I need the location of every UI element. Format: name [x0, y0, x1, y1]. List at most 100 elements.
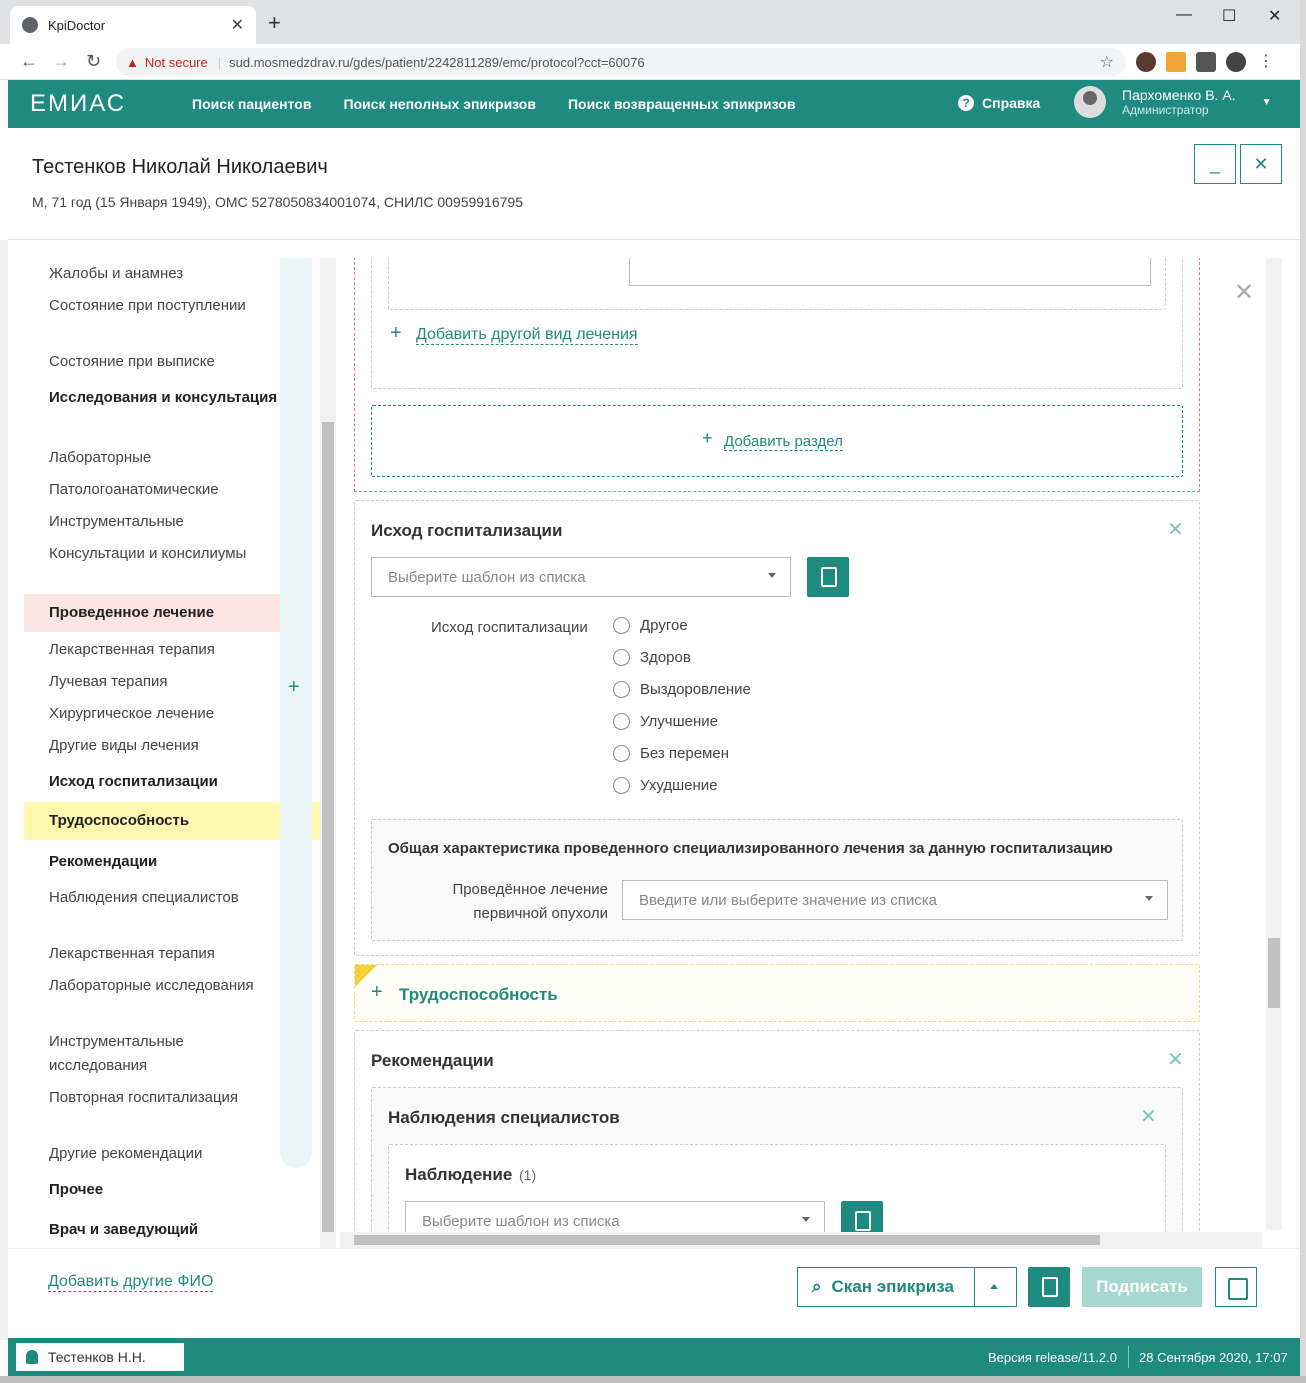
- maximize-window-icon[interactable]: ☐: [1222, 6, 1236, 26]
- sidebar-item[interactable]: Хирургическое лечение: [24, 702, 280, 726]
- menu-dots-icon[interactable]: ⋮: [1256, 52, 1276, 72]
- add-icon[interactable]: +: [288, 676, 300, 699]
- radio-recovery[interactable]: Выздоровление: [613, 681, 751, 698]
- close-icon[interactable]: ✕: [1140, 1104, 1157, 1129]
- work-ability-section[interactable]: + Трудоспособность: [354, 964, 1200, 1022]
- sidebar-group[interactable]: Исход госпитализации: [24, 770, 280, 794]
- close-button[interactable]: ✕: [1240, 144, 1282, 184]
- tumor-treatment-select[interactable]: Введите или выберите значение из списка: [622, 880, 1168, 920]
- extension-icon[interactable]: [1166, 52, 1186, 72]
- save-icon[interactable]: [1215, 1267, 1257, 1307]
- recommendations-title: Рекомендации: [371, 1051, 494, 1070]
- sidebar-item[interactable]: Лекарственная терапия: [24, 638, 280, 662]
- sidebar-item[interactable]: Повторная госпитализация: [24, 1086, 280, 1110]
- nav-incomplete[interactable]: Поиск неполных эпикризов: [343, 96, 536, 112]
- person-icon: [26, 1350, 38, 1364]
- add-fio-link[interactable]: Добавить другие ФИО: [48, 1273, 214, 1292]
- close-tab-icon[interactable]: ✕: [231, 15, 244, 35]
- sign-button[interactable]: Подписать: [1082, 1267, 1202, 1307]
- template-select[interactable]: Выберите шаблон из списка: [371, 557, 791, 597]
- scan-button[interactable]: ⌕ Скан эпикриза: [797, 1267, 1017, 1307]
- sidebar-group[interactable]: Врач и заведующий: [24, 1218, 280, 1242]
- sidebar-item[interactable]: Лабораторные исследования: [24, 974, 280, 998]
- close-panel-icon[interactable]: ✕: [1234, 278, 1254, 307]
- extension-icon[interactable]: [1136, 52, 1156, 72]
- radio-improvement[interactable]: Улучшение: [613, 713, 718, 730]
- reload-icon[interactable]: ↻: [86, 51, 101, 72]
- avatar: [1074, 86, 1106, 118]
- download-template-button[interactable]: [807, 557, 849, 597]
- user-menu[interactable]: Пархоменко В. А. Администратор ▼: [1074, 86, 1271, 118]
- radio-circle[interactable]: [613, 681, 630, 698]
- nav-returned[interactable]: Поиск возвращенных эпикризов: [568, 96, 795, 112]
- specialists-box: Наблюдения специалистов ✕ Наблюдение (1)…: [371, 1087, 1183, 1238]
- sidebar-item[interactable]: Состояние при поступлении: [24, 294, 280, 318]
- radio-circle[interactable]: [613, 617, 630, 634]
- browser-tab[interactable]: KpiDoctor ✕: [10, 6, 256, 44]
- url-separator: |: [217, 54, 222, 70]
- horizontal-scroll-thumb[interactable]: [354, 1235, 1100, 1245]
- current-patient-chip[interactable]: Тестенков Н.Н.: [16, 1343, 184, 1371]
- chevron-down-icon: [768, 573, 776, 578]
- sidebar-item[interactable]: Состояние при выписке: [24, 350, 280, 374]
- highlight-marker: [312, 802, 320, 840]
- puzzle-icon[interactable]: [1196, 52, 1216, 72]
- sidebar-item[interactable]: Наблюдения специалистов: [24, 886, 280, 910]
- radio-no-change[interactable]: Без перемен: [613, 745, 729, 762]
- main-scroll-thumb[interactable]: [1268, 938, 1280, 1008]
- back-icon[interactable]: ←: [20, 51, 38, 72]
- minimize-button[interactable]: _: [1194, 144, 1236, 184]
- sidebar-item[interactable]: Другие рекомендации: [24, 1142, 280, 1166]
- bookmark-star-icon[interactable]: ☆: [1100, 52, 1114, 72]
- sidebar-scrollbar[interactable]: [320, 258, 336, 1248]
- help-link[interactable]: ? Справка: [958, 95, 1040, 111]
- sidebar-group-active[interactable]: Проведенное лечение: [24, 594, 280, 632]
- sidebar-scroll-thumb[interactable]: [322, 422, 334, 1232]
- sidebar-item[interactable]: Патологоанатомические: [24, 478, 280, 502]
- radio-circle[interactable]: [613, 777, 630, 794]
- outcome-section: Исход госпитализации ✕ Выберите шаблон и…: [354, 500, 1200, 956]
- radio-healthy[interactable]: Здоров: [613, 649, 691, 666]
- horizontal-scrollbar[interactable]: [340, 1232, 1262, 1248]
- button-divider: [974, 1268, 975, 1306]
- close-icon[interactable]: ✕: [1167, 517, 1184, 542]
- add-other-treatment-link[interactable]: Добавить другой вид лечения: [416, 326, 638, 345]
- emias-logo[interactable]: ЕМИАС: [8, 90, 148, 118]
- main-scrollbar[interactable]: [1266, 258, 1282, 1230]
- new-tab-icon[interactable]: +: [268, 10, 281, 36]
- sidebar-item[interactable]: Лучевая терапия: [24, 670, 280, 694]
- sidebar-group[interactable]: Исследования и консультация: [24, 386, 280, 410]
- outcome-field-label: Исход госпитализации: [431, 619, 588, 636]
- forward-icon[interactable]: →: [52, 51, 70, 72]
- radio-other[interactable]: Другое: [613, 617, 688, 634]
- download-button[interactable]: [1028, 1267, 1070, 1307]
- sidebar-group[interactable]: Прочее: [24, 1178, 280, 1202]
- sidebar-group[interactable]: Рекомендации: [24, 850, 280, 874]
- sidebar-item[interactable]: Инструментальные: [24, 510, 280, 534]
- text-area[interactable]: [629, 258, 1151, 286]
- work-ability-link[interactable]: Трудоспособность: [399, 985, 558, 1005]
- question-icon: ?: [958, 95, 974, 111]
- sidebar-item[interactable]: Жалобы и анамнез: [24, 262, 280, 286]
- url-field[interactable]: ▲ Not secure | sud.mosmedzdrav.ru/gdes/p…: [116, 48, 1126, 76]
- add-section-link[interactable]: Добавить раздел: [724, 433, 843, 451]
- sidebar-item[interactable]: Инструментальные исследования: [24, 1030, 280, 1078]
- sidebar-item[interactable]: Консультации и консилиумы: [24, 542, 280, 566]
- radio-worsening[interactable]: Ухудшение: [613, 777, 718, 794]
- profile-icon[interactable]: [1226, 52, 1246, 72]
- radio-circle[interactable]: [613, 713, 630, 730]
- radio-circle[interactable]: [613, 745, 630, 762]
- close-icon[interactable]: ✕: [1167, 1047, 1184, 1072]
- sidebar-item[interactable]: Лекарственная терапия: [24, 942, 280, 966]
- sidebar-item[interactable]: Другие виды лечения: [24, 734, 280, 758]
- sidebar-group-active[interactable]: Трудоспособность: [24, 802, 280, 840]
- sidebar-item[interactable]: Лабораторные: [24, 446, 280, 470]
- radio-circle[interactable]: [613, 649, 630, 666]
- close-window-icon[interactable]: ✕: [1268, 6, 1281, 26]
- add-section-box[interactable]: + Добавить раздел: [371, 405, 1183, 477]
- minimize-window-icon[interactable]: —: [1176, 6, 1192, 24]
- nav-patients[interactable]: Поиск пациентов: [192, 96, 311, 112]
- version-text: Версия release/11.2.0: [988, 1350, 1117, 1365]
- chevron-up-icon[interactable]: [990, 1284, 998, 1289]
- outcome-title: Исход госпитализации: [371, 521, 563, 540]
